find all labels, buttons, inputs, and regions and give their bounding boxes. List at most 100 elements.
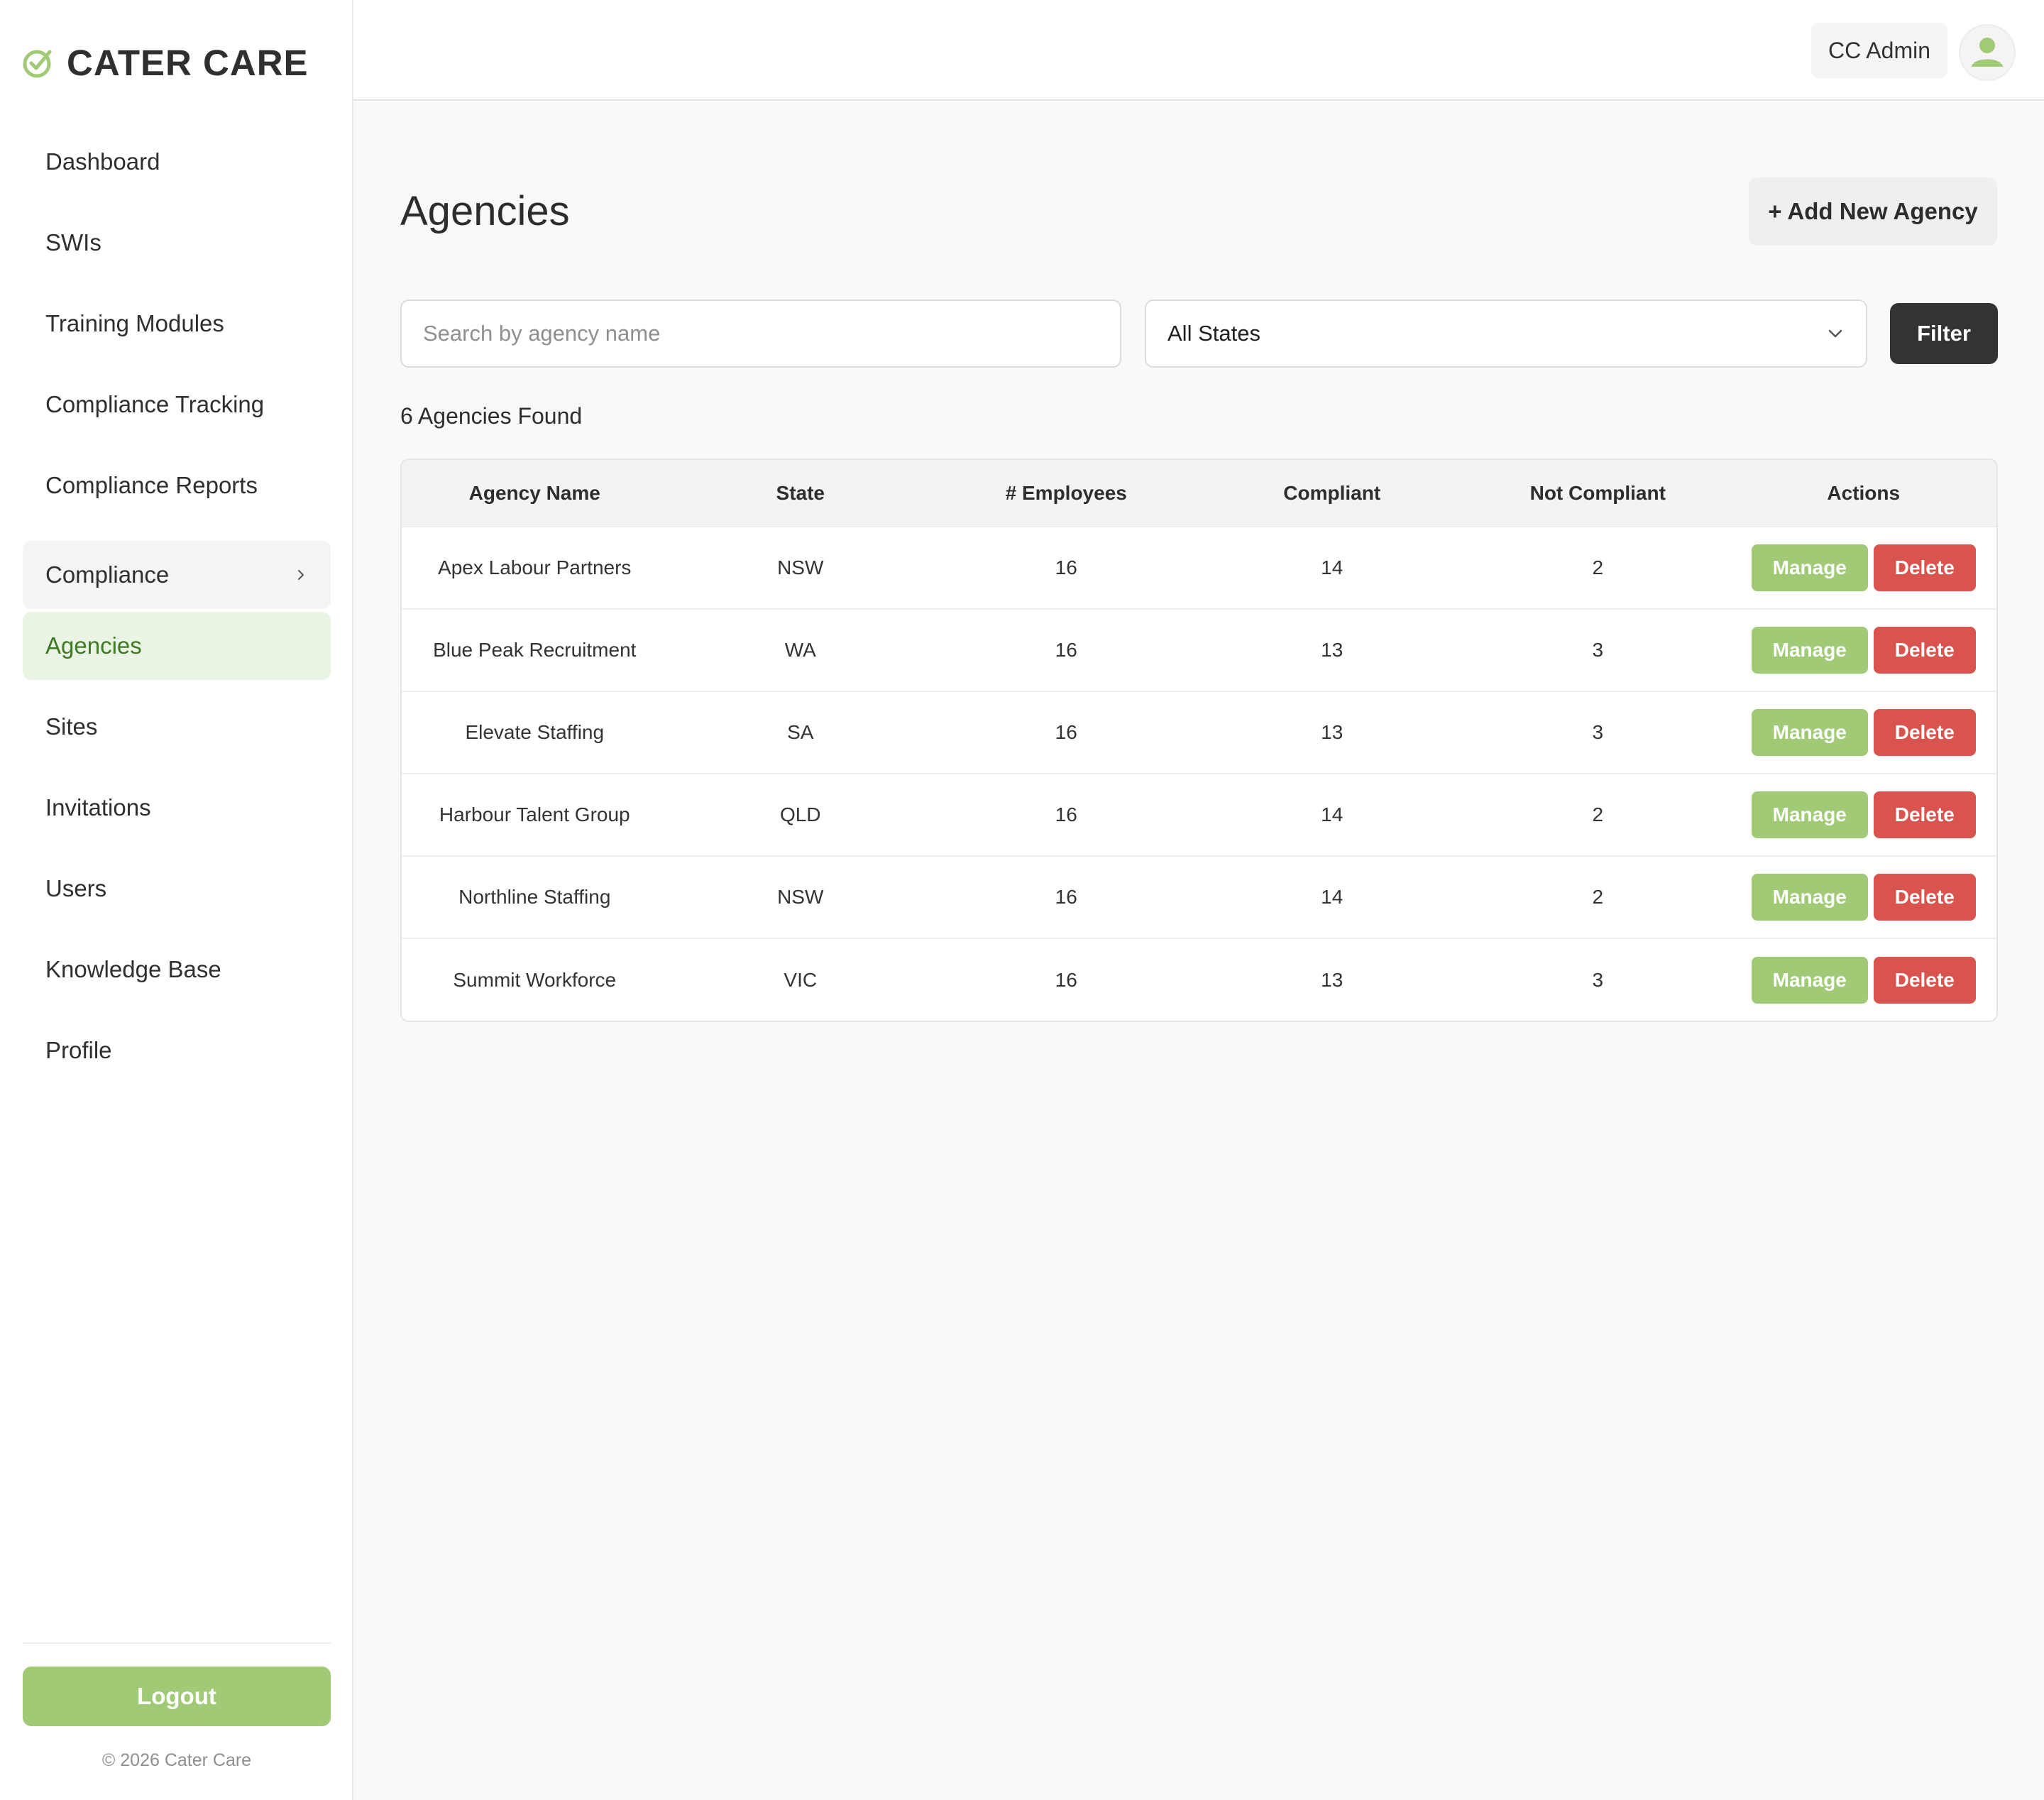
sidebar-item-invitations[interactable]: Invitations (23, 774, 331, 842)
cell-compliant: 13 (1321, 639, 1344, 661)
sidebar-item-training-modules[interactable]: Training Modules (23, 290, 331, 358)
cell-agency-name: Summit Workforce (453, 968, 617, 991)
table-row: Elevate Staffing SA 16 13 3 Manage Delete (402, 691, 1996, 774)
manage-button[interactable]: Manage (1751, 791, 1868, 838)
sidebar-item-sites[interactable]: Sites (23, 693, 331, 761)
sidebar-group-compliance[interactable]: Compliance (23, 541, 331, 609)
sidebar-item-knowledge-base[interactable]: Knowledge Base (23, 935, 331, 1004)
cell-actions: Manage Delete (1731, 856, 1997, 938)
cell-compliant: 13 (1321, 968, 1344, 991)
agencies-table: Agency Name State # Employees Compliant … (400, 459, 1998, 1022)
column-header-actions: Actions (1827, 481, 1901, 504)
sidebar-group-label: Compliance (45, 561, 170, 588)
cell-state: WA (784, 639, 816, 661)
table-row: Apex Labour Partners NSW 16 14 2 Manage Delete (402, 527, 1996, 609)
sidebar-item-label: Invitations (45, 794, 151, 821)
state-select[interactable]: All States (1145, 300, 1867, 368)
top-header: CC Admin (353, 0, 2044, 101)
cell-actions: Manage Delete (1731, 938, 1997, 1021)
delete-button[interactable]: Delete (1873, 709, 1976, 756)
filter-button[interactable]: Filter (1890, 303, 1998, 364)
cell-employees: 16 (1055, 639, 1077, 661)
column-header-not-compliant: Not Compliant (1529, 481, 1666, 504)
cell-not-compliant: 3 (1592, 639, 1604, 661)
cell-state: SA (787, 721, 814, 743)
sidebar-item-profile[interactable]: Profile (23, 1016, 331, 1085)
delete-button[interactable]: Delete (1873, 956, 1976, 1004)
sidebar-item-agencies[interactable]: Agencies (23, 612, 331, 680)
brand-name: CATER CARE (67, 42, 309, 83)
page-title: Agencies (400, 188, 570, 234)
cell-compliant: 13 (1321, 721, 1344, 743)
user-name-chip[interactable]: CC Admin (1811, 23, 1947, 78)
manage-button[interactable]: Manage (1751, 709, 1868, 756)
table-row: Harbour Talent Group QLD 16 14 2 Manage Delete (402, 774, 1996, 856)
cell-employees: 16 (1055, 721, 1077, 743)
main-content: Agencies + Add New Agency All States Fil… (353, 102, 2044, 1800)
manage-button[interactable]: Manage (1751, 544, 1868, 591)
brand-logo[interactable]: CATER CARE (21, 41, 309, 84)
sidebar-item-label: Training Modules (45, 310, 224, 336)
manage-button[interactable]: Manage (1751, 956, 1868, 1004)
sidebar-item-label: Users (45, 875, 107, 901)
column-header-employees: # Employees (1005, 481, 1127, 504)
cell-agency-name: Apex Labour Partners (438, 556, 632, 578)
cell-state: NSW (777, 556, 824, 578)
sidebar-item-swis[interactable]: SWIs (23, 209, 331, 277)
sidebar-item-users[interactable]: Users (23, 855, 331, 923)
column-header-compliant: Compliant (1283, 481, 1381, 504)
check-circle-icon (23, 50, 52, 78)
table-row: Summit Workforce VIC 16 13 3 Manage Delete (402, 938, 1996, 1021)
table-header-row: Agency Name State # Employees Compliant … (402, 460, 1996, 527)
cell-employees: 16 (1055, 556, 1077, 578)
cell-agency-name: Elevate Staffing (465, 721, 605, 743)
delete-button[interactable]: Delete (1873, 627, 1976, 674)
sidebar-item-label: Knowledge Base (45, 956, 221, 982)
delete-button[interactable]: Delete (1873, 544, 1976, 591)
cell-employees: 16 (1055, 886, 1077, 908)
cell-agency-name: Blue Peak Recruitment (433, 639, 637, 661)
chevron-down-icon (1828, 329, 1842, 338)
logout-button[interactable]: Logout (23, 1667, 331, 1726)
cell-actions: Manage Delete (1731, 527, 1997, 609)
cell-actions: Manage Delete (1731, 609, 1997, 691)
row-actions: Manage Delete (1731, 544, 1997, 591)
table-row: Blue Peak Recruitment WA 16 13 3 Manage Delete (402, 609, 1996, 691)
avatar[interactable] (1959, 24, 2016, 81)
manage-button[interactable]: Manage (1751, 627, 1868, 674)
cell-compliant: 14 (1321, 803, 1344, 825)
row-actions: Manage Delete (1731, 709, 1997, 756)
delete-button[interactable]: Delete (1873, 874, 1976, 921)
cell-state: VIC (784, 968, 818, 991)
table-body: Apex Labour Partners NSW 16 14 2 Manage Delete… (402, 527, 1996, 1021)
sidebar-item-label: Profile (45, 1037, 112, 1063)
search-input[interactable] (400, 300, 1121, 368)
cell-state: QLD (779, 803, 821, 825)
sidebar-item-label: Compliance Tracking (45, 391, 265, 417)
column-header-agency-name: Agency Name (468, 481, 600, 504)
sidebar-item-compliance-tracking[interactable]: Compliance Tracking (23, 371, 331, 439)
sidebar-item-dashboard[interactable]: Dashboard (23, 128, 331, 196)
cell-actions: Manage Delete (1731, 774, 1997, 856)
row-actions: Manage Delete (1731, 874, 1997, 921)
result-count: 6 Agencies Found (400, 403, 583, 429)
cell-not-compliant: 2 (1592, 803, 1604, 825)
sidebar-item-compliance-reports[interactable]: Compliance Reports (23, 451, 331, 520)
cell-actions: Manage Delete (1731, 691, 1997, 774)
manage-button[interactable]: Manage (1751, 874, 1868, 921)
app-root: CATER CARE Dashboard SWIs Training Modules… (0, 0, 2044, 1800)
cell-not-compliant: 3 (1592, 721, 1604, 743)
cell-compliant: 14 (1321, 886, 1344, 908)
sidebar-item-label: Dashboard (45, 148, 160, 175)
add-new-agency-button[interactable]: + Add New Agency (1749, 177, 1997, 246)
delete-button[interactable]: Delete (1873, 791, 1976, 838)
cell-state: NSW (777, 886, 824, 908)
cell-employees: 16 (1055, 803, 1077, 825)
cell-not-compliant: 2 (1592, 886, 1604, 908)
table-row: Northline Staffing NSW 16 14 2 Manage Delete (402, 856, 1996, 938)
chevron-right-icon (298, 570, 304, 580)
row-actions: Manage Delete (1731, 627, 1997, 674)
sidebar-item-label: Compliance Reports (45, 472, 258, 498)
row-actions: Manage Delete (1731, 791, 1997, 838)
user-avatar-icon (1972, 38, 2003, 67)
